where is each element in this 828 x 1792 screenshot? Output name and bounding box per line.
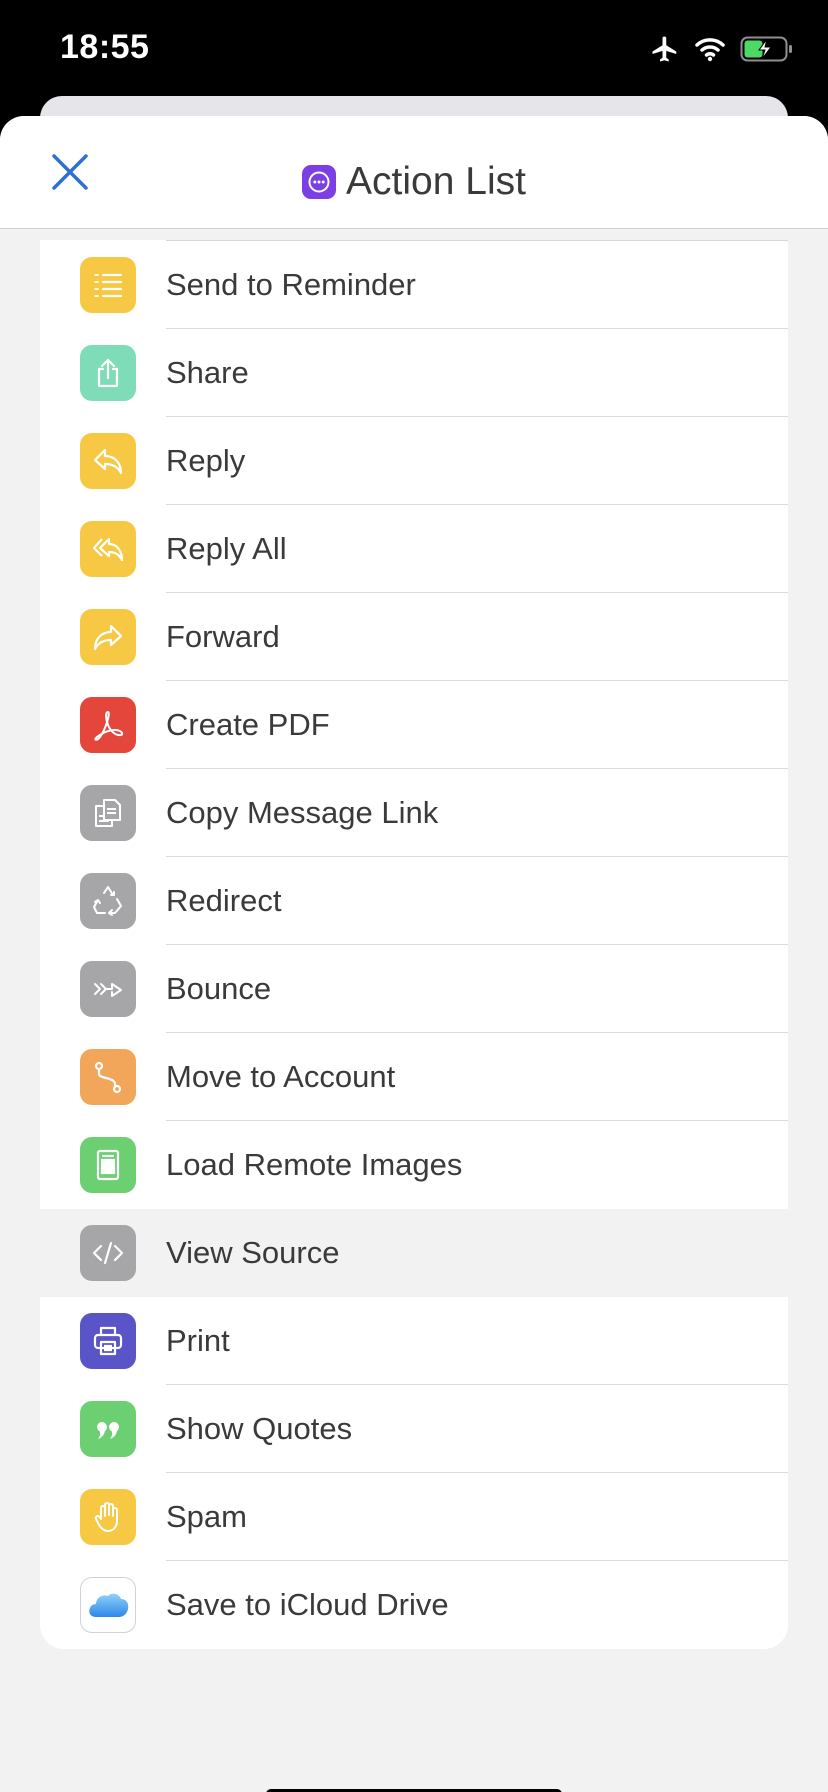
status-bar: 18:55	[0, 0, 828, 100]
action-view-source[interactable]: View Source	[40, 1209, 788, 1297]
action-label: Show Quotes	[166, 1411, 353, 1446]
copy-icon	[80, 785, 136, 841]
action-label: Load Remote Images	[166, 1147, 463, 1182]
action-send-to-reminder[interactable]: Send to Reminder	[40, 241, 788, 329]
action-label: View Source	[166, 1235, 340, 1270]
action-label: Save to iCloud Drive	[166, 1587, 449, 1622]
action-reply-all[interactable]: Reply All	[40, 505, 788, 593]
page-title: Action List	[346, 160, 526, 203]
hand-icon	[80, 1489, 136, 1545]
nav-bar: Action List	[0, 116, 828, 229]
icloud-icon	[80, 1577, 136, 1633]
action-spam[interactable]: Spam	[40, 1473, 788, 1561]
reply-all-icon	[80, 521, 136, 577]
code-icon	[80, 1225, 136, 1281]
image-icon	[80, 1137, 136, 1193]
action-label: Forward	[166, 619, 280, 654]
action-label: Share	[166, 355, 249, 390]
nav-title-group: Action List	[0, 160, 828, 204]
action-share[interactable]: Share	[40, 329, 788, 417]
action-save-to-icloud-drive[interactable]: Save to iCloud Drive	[40, 1561, 788, 1649]
action-redirect[interactable]: Redirect	[40, 857, 788, 945]
airplane-icon	[650, 34, 680, 69]
action-label: Reply	[166, 443, 246, 478]
printer-icon	[80, 1313, 136, 1369]
more-icon	[302, 165, 337, 199]
battery-icon	[740, 36, 794, 67]
status-time: 18:55	[60, 28, 150, 66]
action-move-to-account[interactable]: Move to Account	[40, 1033, 788, 1121]
action-load-remote-images[interactable]: Load Remote Images	[40, 1121, 788, 1209]
action-label: Print	[166, 1323, 230, 1358]
bounce-icon	[80, 961, 136, 1017]
action-label: Bounce	[166, 971, 272, 1006]
route-icon	[80, 1049, 136, 1105]
action-list: Send to Reminder Share Reply Reply All F…	[40, 240, 788, 1649]
action-label: Copy Message Link	[166, 795, 439, 830]
action-sheet: Action List Send to Reminder Share Reply	[0, 116, 828, 1792]
reply-icon	[80, 433, 136, 489]
pdf-icon	[80, 697, 136, 753]
action-label: Move to Account	[166, 1059, 396, 1094]
action-bounce[interactable]: Bounce	[40, 945, 788, 1033]
action-label: Create PDF	[166, 707, 330, 742]
action-label: Spam	[166, 1499, 247, 1534]
action-create-pdf[interactable]: Create PDF	[40, 681, 788, 769]
action-label: Redirect	[166, 883, 282, 918]
recycle-icon	[80, 873, 136, 929]
wifi-icon	[694, 36, 726, 67]
list-icon	[80, 257, 136, 313]
action-copy-message-link[interactable]: Copy Message Link	[40, 769, 788, 857]
forward-icon	[80, 609, 136, 665]
share-icon	[80, 345, 136, 401]
action-print[interactable]: Print	[40, 1297, 788, 1385]
action-forward[interactable]: Forward	[40, 593, 788, 681]
status-icons	[650, 34, 794, 69]
quote-icon	[80, 1401, 136, 1457]
action-label: Reply All	[166, 531, 287, 566]
action-reply[interactable]: Reply	[40, 417, 788, 505]
action-show-quotes[interactable]: Show Quotes	[40, 1385, 788, 1473]
action-label: Send to Reminder	[166, 267, 416, 302]
